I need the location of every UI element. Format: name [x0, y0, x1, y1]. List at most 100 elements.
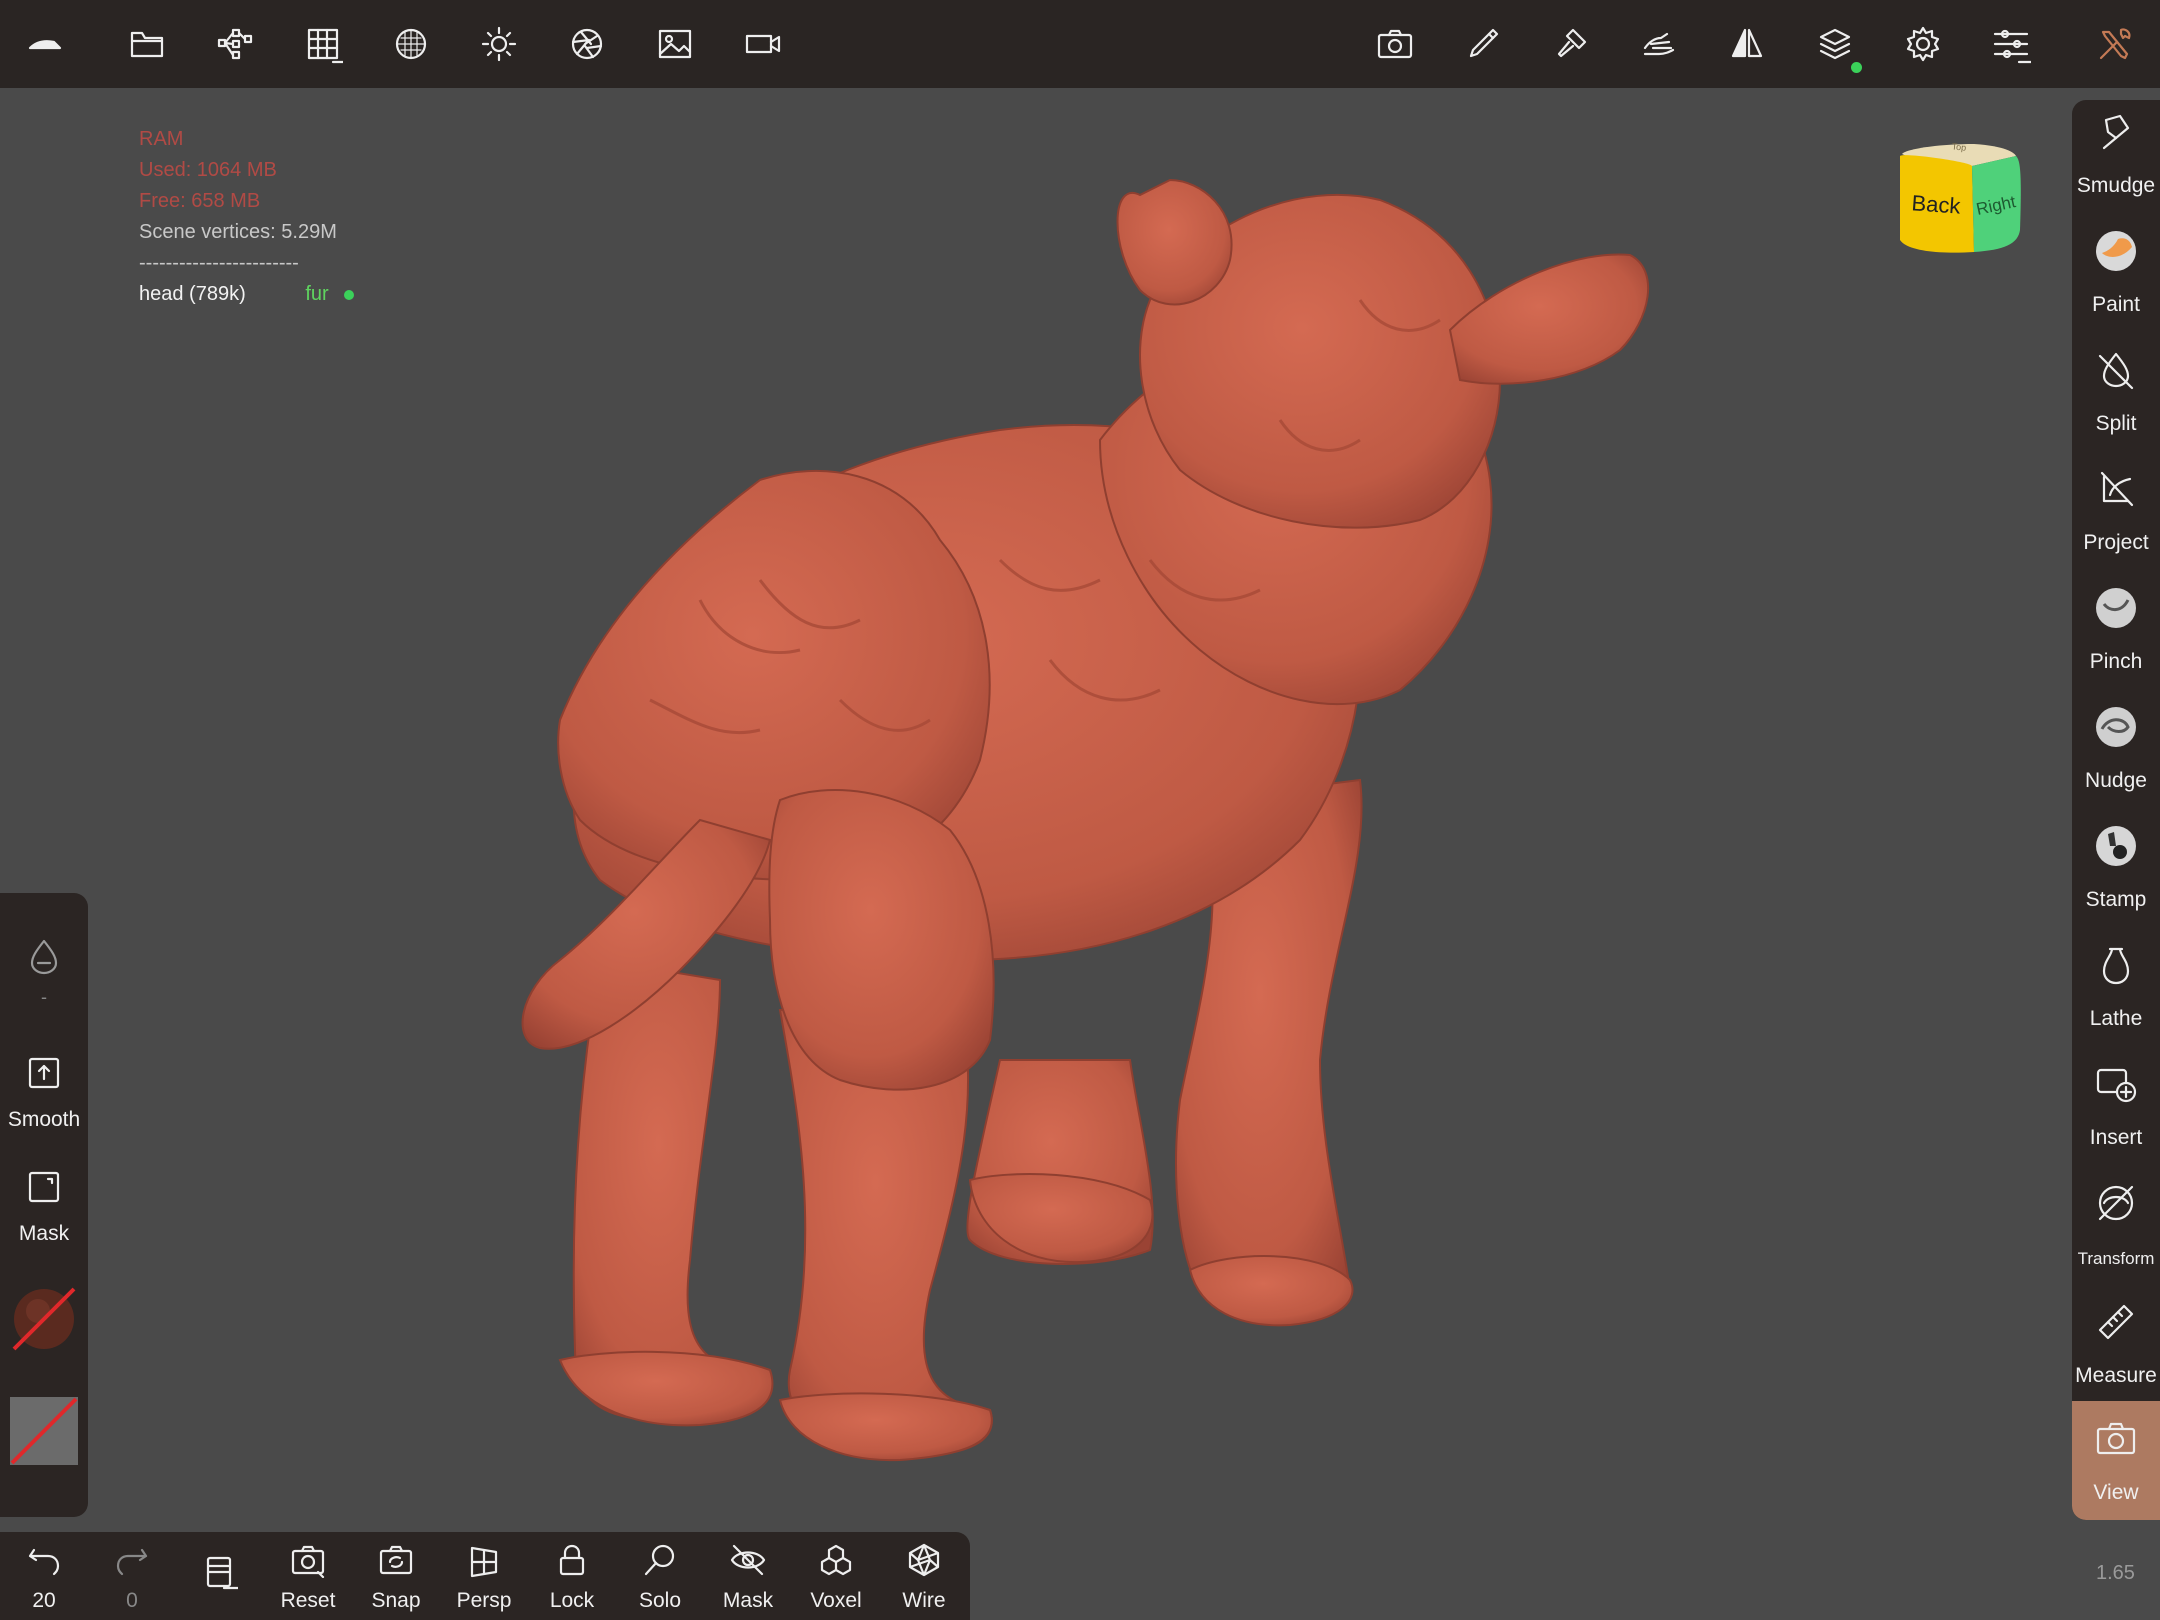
undo-button[interactable]: 20	[0, 1532, 88, 1620]
redo-button[interactable]: 0	[88, 1532, 176, 1620]
tool-insert[interactable]: Insert	[2072, 1052, 2160, 1171]
no-color-icon	[10, 1397, 78, 1465]
split-icon	[2098, 352, 2134, 390]
tool-pinch[interactable]: Pinch	[2072, 576, 2160, 695]
wire-button[interactable]: Wire	[880, 1532, 968, 1620]
tool-label: View	[2093, 1481, 2139, 1504]
undo-icon	[28, 1548, 60, 1576]
undo-count: 20	[32, 1589, 56, 1612]
perspective-icon	[470, 1546, 498, 1578]
project-icon	[2100, 471, 2134, 507]
top-toolbar	[0, 0, 2160, 88]
tool-measure[interactable]: Measure	[2072, 1290, 2160, 1409]
tool-stamp[interactable]: Stamp	[2072, 814, 2160, 933]
tool-nudge[interactable]: Nudge	[2072, 695, 2160, 814]
view-cube-back-face[interactable]: Back	[1905, 190, 1967, 220]
transform-icon	[2098, 1185, 2134, 1221]
material-swatch[interactable]	[12, 1287, 76, 1351]
lock-icon	[559, 1544, 585, 1576]
lighting-sun-icon[interactable]	[469, 14, 529, 74]
lock-button[interactable]: Lock	[528, 1532, 616, 1620]
tool-label: Lathe	[2089, 1007, 2143, 1030]
layers-icon[interactable]	[1805, 14, 1865, 74]
tool-label: Stamp	[2085, 888, 2147, 911]
matcap-sphere-icon[interactable]	[381, 14, 441, 74]
smooth-icon	[28, 1057, 60, 1089]
persp-label: Persp	[456, 1589, 512, 1612]
persp-button[interactable]: Persp	[440, 1532, 528, 1620]
mask-button[interactable]: Mask	[0, 1169, 88, 1269]
solo-button[interactable]: Solo	[616, 1532, 704, 1620]
snap-label: Snap	[371, 1589, 421, 1612]
pinch-sphere-icon	[2096, 588, 2136, 628]
reset-button[interactable]: Reset	[264, 1532, 352, 1620]
wire-label: Wire	[902, 1589, 946, 1612]
smudge-icon	[2102, 114, 2130, 150]
video-camera-icon[interactable]	[733, 14, 793, 74]
voxel-button[interactable]: Voxel	[792, 1532, 880, 1620]
bottom-tool-bar: 20 0 Reset Snap Persp Lock Solo Mask Vox…	[0, 1532, 970, 1620]
tool-label: Split	[2095, 412, 2137, 435]
tool-view[interactable]: View	[2072, 1401, 2160, 1520]
redo-icon	[116, 1548, 148, 1576]
redo-count: 0	[126, 1589, 138, 1612]
mask-label: Mask	[18, 1222, 70, 1245]
material-sphere-icon	[12, 1287, 76, 1351]
left-tool-bar: - Smooth Mask	[0, 893, 88, 1517]
scene-tree-icon[interactable]	[205, 14, 265, 74]
right-tool-bar: Smudge Paint Split Project Pinch Nudge S…	[2072, 100, 2160, 1520]
sculpt-viewport[interactable]: RAM Used: 1064 MB Free: 658 MB Scene ver…	[0, 88, 2160, 1620]
snap-button[interactable]: Snap	[352, 1532, 440, 1620]
tool-lathe[interactable]: Lathe	[2072, 933, 2160, 1052]
image-icon[interactable]	[645, 14, 705, 74]
opacity-value: -	[41, 987, 47, 1007]
tool-label: Insert	[2089, 1126, 2143, 1149]
app-logo-icon[interactable]	[14, 14, 74, 74]
reset-camera-icon	[291, 1545, 325, 1578]
paint-brush-icon[interactable]	[1541, 14, 1601, 74]
tool-label: Nudge	[2085, 769, 2147, 792]
mask-square-icon	[28, 1171, 60, 1203]
eye-off-icon	[730, 1544, 766, 1576]
mask-visibility-button[interactable]: Mask	[704, 1532, 792, 1620]
notes-button[interactable]	[176, 1532, 264, 1620]
tool-smudge[interactable]: Smudge	[2072, 100, 2160, 219]
symmetry-icon[interactable]	[1717, 14, 1777, 74]
opacity-control[interactable]: -	[0, 937, 88, 1017]
voxel-label: Voxel	[810, 1589, 862, 1612]
stats-separator: ------------------------	[139, 252, 299, 274]
notebook-icon	[206, 1556, 238, 1590]
ram-used: Used: 1064 MB	[139, 159, 277, 181]
opacity-drop-icon	[30, 939, 58, 975]
tool-project[interactable]: Project	[2072, 457, 2160, 576]
grid-icon[interactable]	[293, 14, 353, 74]
scene-stats: RAM Used: 1064 MB Free: 658 MB Scene ver…	[139, 124, 355, 310]
tool-transform[interactable]: Transform	[2072, 1171, 2160, 1290]
tool-label: Paint	[2092, 293, 2140, 316]
scene-vertices: Scene vertices: 5.29M	[139, 221, 337, 243]
mesh-visible-dot	[344, 289, 355, 300]
tool-label: Smudge	[2076, 174, 2156, 197]
aperture-icon[interactable]	[557, 14, 617, 74]
tool-paint[interactable]: Paint	[2072, 219, 2160, 338]
folder-icon[interactable]	[117, 14, 177, 74]
insert-icon	[2096, 1068, 2137, 1103]
settings-gear-icon[interactable]	[1893, 14, 1953, 74]
smooth-button[interactable]: Smooth	[0, 1055, 88, 1155]
mesh-row[interactable]: head (789k) fur	[139, 279, 355, 310]
screenshot-camera-icon[interactable]	[1365, 14, 1425, 74]
tool-label: Pinch	[2089, 650, 2143, 673]
sliders-icon[interactable]	[1981, 14, 2041, 74]
stamp-sphere-icon	[2096, 826, 2136, 866]
nudge-sphere-icon	[2096, 707, 2136, 747]
brush-stroke-icon[interactable]	[1453, 14, 1513, 74]
search-icon	[644, 1544, 675, 1576]
smooth-label: Smooth	[7, 1108, 81, 1131]
view-camera-icon	[2096, 1422, 2136, 1455]
hand-sculpt-icon[interactable]	[1629, 14, 1689, 74]
tool-split[interactable]: Split	[2072, 338, 2160, 457]
color-swatch[interactable]	[10, 1397, 78, 1465]
sculpt-model[interactable]	[0, 88, 2160, 1620]
tools-icon[interactable]	[2085, 14, 2145, 74]
view-cube[interactable]: Back Right Top	[1894, 140, 2024, 260]
